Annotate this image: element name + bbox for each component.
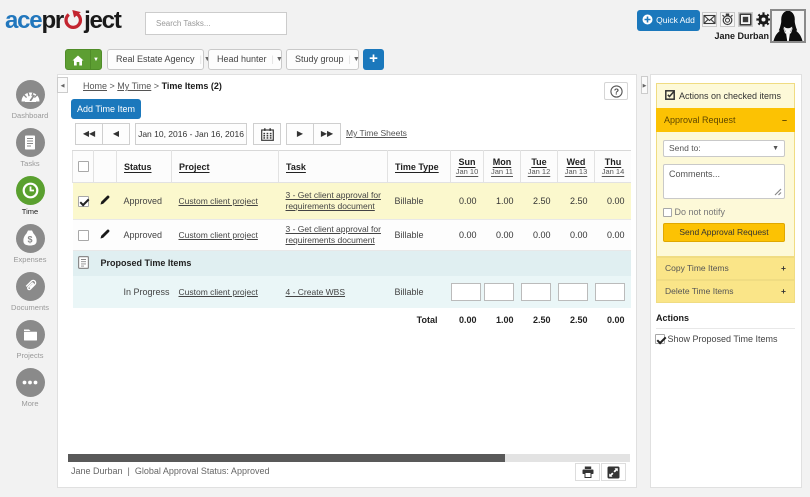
svg-text:$: $ <box>27 235 32 245</box>
svg-text:?: ? <box>613 86 618 96</box>
